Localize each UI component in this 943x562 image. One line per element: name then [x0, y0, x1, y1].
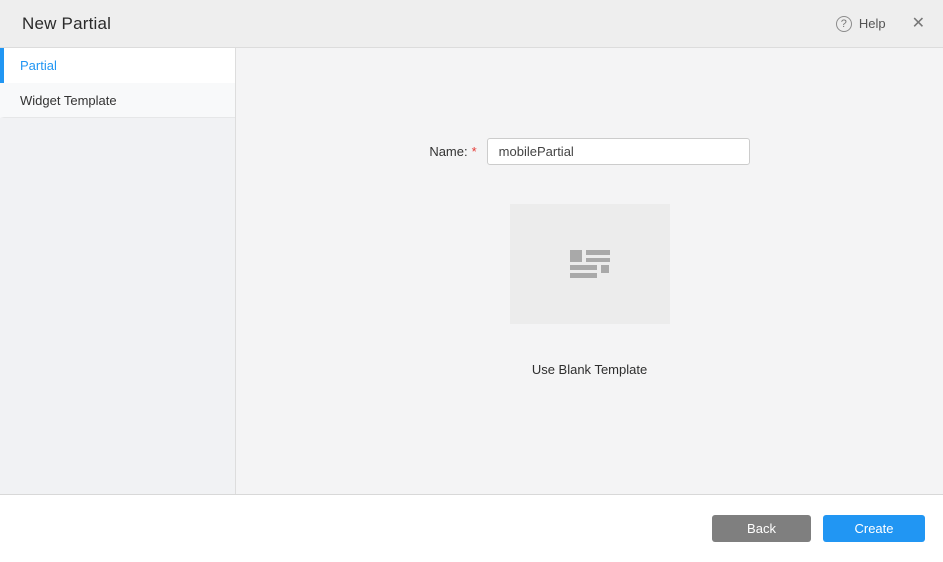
name-field-row: Name: *	[429, 138, 749, 165]
name-input[interactable]	[487, 138, 750, 165]
dialog-footer: Back Create	[0, 495, 943, 562]
sidebar-item-label: Partial	[20, 58, 57, 73]
header-actions: ? Help ✕	[836, 16, 925, 32]
sidebar-item-widget-template[interactable]: Widget Template	[0, 83, 235, 118]
dialog-body: Partial Widget Template Name: *	[0, 48, 943, 495]
blank-template-tile[interactable]	[510, 204, 670, 324]
dialog-header: New Partial ? Help ✕	[0, 0, 943, 48]
sidebar-item-partial[interactable]: Partial	[0, 48, 235, 83]
back-button[interactable]: Back	[712, 515, 811, 542]
create-button[interactable]: Create	[823, 515, 925, 542]
dialog-title: New Partial	[22, 14, 111, 34]
content-lines-icon	[570, 249, 610, 279]
sidebar-item-label: Widget Template	[20, 93, 117, 108]
help-button[interactable]: ? Help	[836, 16, 886, 32]
new-partial-dialog: New Partial ? Help ✕ Partial Widget Temp…	[0, 0, 943, 562]
blank-template-caption[interactable]: Use Blank Template	[532, 362, 647, 377]
close-icon[interactable]: ✕	[912, 16, 925, 32]
required-marker: *	[472, 144, 477, 159]
main-content: Name: * Use Blank Template	[236, 48, 943, 494]
name-label: Name:	[429, 144, 467, 159]
sidebar: Partial Widget Template	[0, 48, 236, 494]
help-label: Help	[859, 16, 886, 31]
help-question-icon: ?	[836, 16, 852, 32]
